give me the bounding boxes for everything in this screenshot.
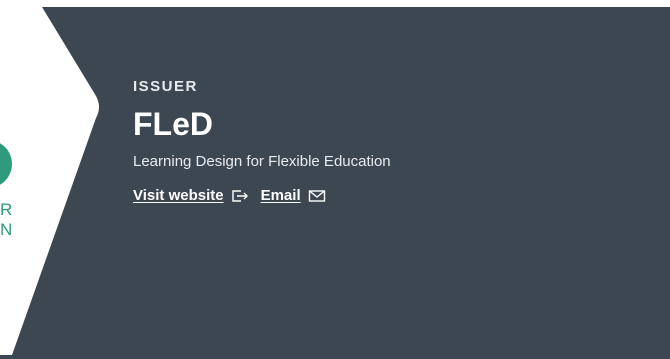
badge-card-shape [0,7,99,355]
email-link[interactable]: Email [261,187,326,204]
envelope-icon [308,189,326,203]
email-label: Email [260,187,301,204]
issuer-links: Visit website Email [133,187,391,204]
issuer-description: Learning Design for Flexible Education [133,153,391,170]
issuer-info: ISSUER FLeD Learning Design for Flexible… [133,78,391,204]
badge-letter: N [0,220,14,239]
visit-website-link[interactable]: Visit website [133,187,249,204]
issuer-section: R N ISSUER FLeD Learning Design for Flex… [0,0,670,359]
visit-website-label: Visit website [133,187,224,204]
issuer-name: FLeD [133,106,213,142]
external-link-icon [231,189,249,203]
badge-card [0,0,110,359]
issuer-eyebrow: ISSUER [133,78,198,95]
badge-letter: R [0,200,14,219]
